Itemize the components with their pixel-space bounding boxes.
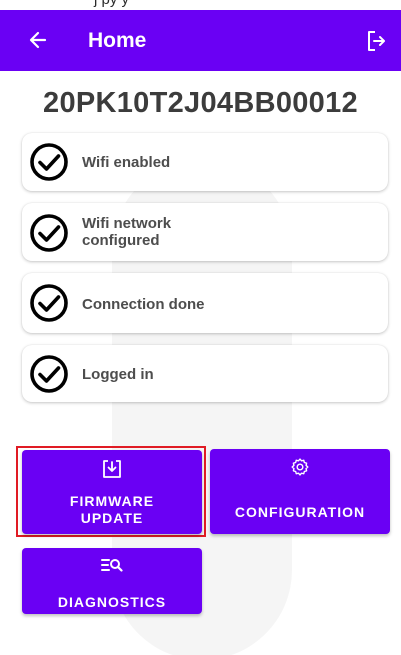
- check-circle-icon: [30, 284, 68, 322]
- app-bar: Home: [0, 10, 401, 71]
- step-label: Logged in: [82, 366, 154, 383]
- step-card-wifi-network-configured: Wifi network configured: [22, 203, 388, 261]
- step-label: Wifi enabled: [82, 154, 171, 171]
- arrow-left-icon: [29, 31, 47, 49]
- step-card-logged-in: Logged in: [22, 345, 388, 402]
- gear-icon: [291, 458, 309, 476]
- configuration-label: CONFIGURATION: [234, 504, 366, 520]
- diagnostics-button[interactable]: DIAGNOSTICS: [22, 548, 202, 614]
- step-label: Connection done: [82, 296, 205, 313]
- check-circle-icon: [30, 355, 68, 393]
- step-card-wifi-enabled: Wifi enabled: [22, 133, 388, 191]
- firmware-update-button[interactable]: FIRMWARE UPDATE: [22, 450, 202, 534]
- step-card-connection-done: Connection done: [22, 273, 388, 333]
- check-circle-icon: [30, 143, 68, 181]
- logout-icon: [368, 31, 385, 51]
- download-icon: [103, 460, 121, 478]
- configuration-button[interactable]: CONFIGURATION: [210, 449, 390, 534]
- diagnostics-label: DIAGNOSTICS: [57, 594, 167, 610]
- app-title: Home: [88, 29, 147, 52]
- firmware-update-label: FIRMWARE UPDATE: [69, 493, 155, 526]
- list-search-icon: [101, 559, 123, 572]
- status-bar: j py y: [0, 0, 401, 10]
- back-button[interactable]: [22, 24, 54, 56]
- status-bar-text: j py y: [94, 0, 129, 8]
- logout-button[interactable]: [360, 25, 392, 57]
- device-serial: 20PK10T2J04BB00012: [43, 87, 358, 119]
- step-label: Wifi network configured: [82, 215, 172, 249]
- check-circle-icon: [30, 214, 68, 252]
